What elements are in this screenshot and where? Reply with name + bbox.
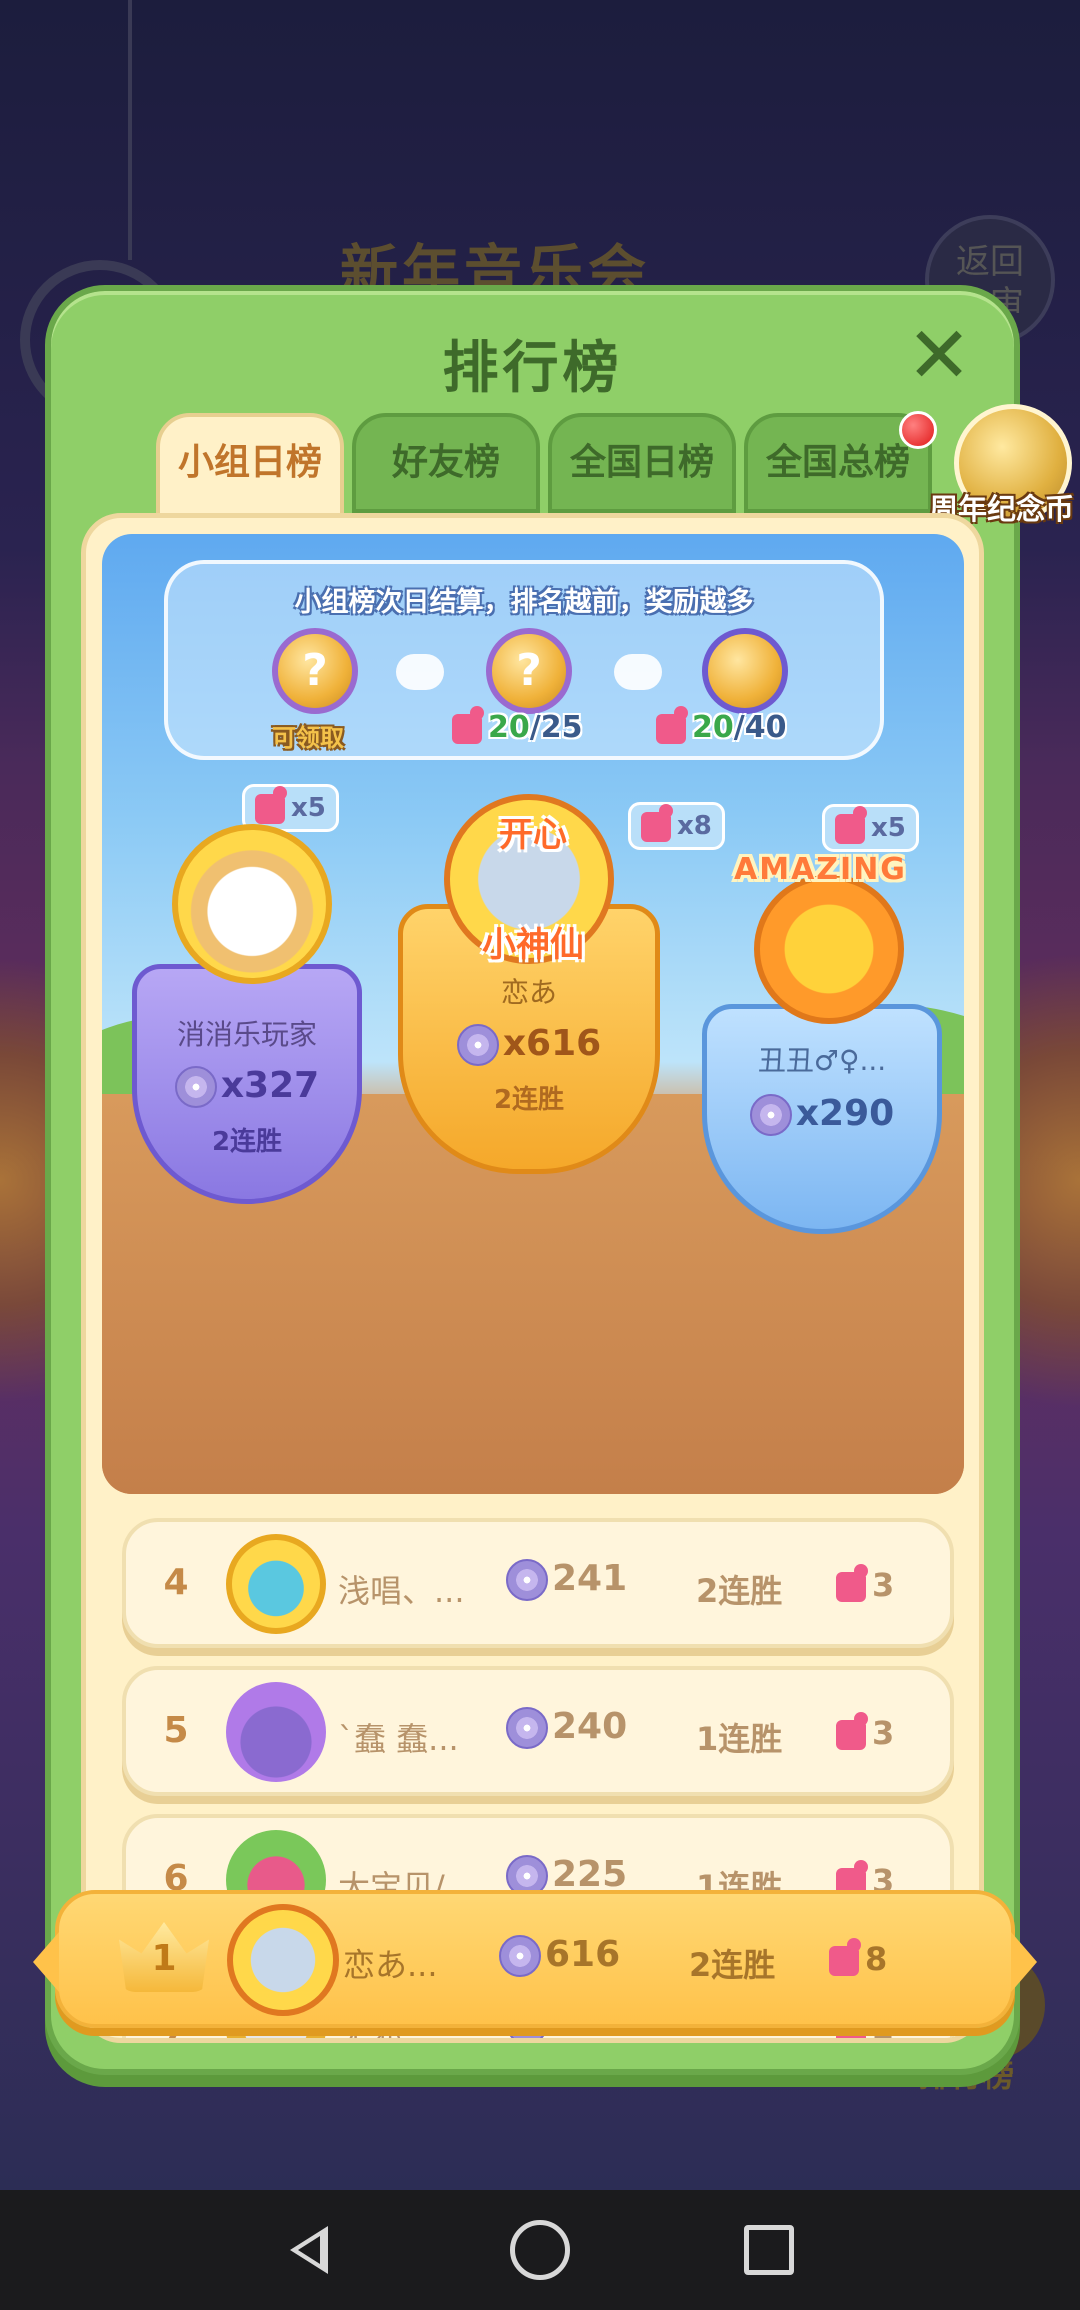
puzzle-icon [836, 1564, 868, 1602]
second-place-shield[interactable]: 消消乐玩家 x327 2连胜 [132, 964, 362, 1204]
reward-claimable-label: 可领取 [272, 724, 344, 752]
ranking-row[interactable]: 5 ˋ蠢 蠢... 240 1连胜 3 [122, 1666, 954, 1796]
system-nav-bar [0, 2190, 1080, 2310]
progress-current: 20 [692, 710, 734, 745]
second-place-name: 消消乐玩家 [176, 1018, 317, 1051]
puzzle-icon [836, 1712, 868, 1750]
cd-icon [456, 1024, 499, 1066]
reward-disc-icon[interactable]: ? [272, 628, 358, 714]
podium-scene: 小组榜次日结算，排名越前，奖励越多 ? ? 可领取 20/25 20/40 x5 [102, 534, 964, 1494]
first-place-score: x616 [403, 1023, 655, 1066]
reward-info-box: 小组榜次日结算，排名越前，奖励越多 ? ? 可领取 20/25 20/40 [164, 560, 884, 760]
puzzle-icon [255, 785, 287, 824]
third-place-shield[interactable]: 丑丑♂♀... x290 [702, 1004, 942, 1234]
puzzle-icon [452, 705, 484, 744]
red-dot-badge [899, 411, 937, 449]
first-place-crest: 开心 小神仙 [482, 815, 584, 965]
my-avatar[interactable] [227, 1904, 339, 2016]
modal-title: 排行榜 [442, 336, 623, 401]
rank-number: 5 [163, 1710, 189, 1751]
score-value: x327 [220, 1065, 320, 1106]
progress-total: /25 [529, 710, 583, 745]
leaderboard-tabs: 小组日榜 好友榜 全国日榜 全国总榜 [156, 413, 932, 517]
recent-apps-icon[interactable] [744, 2225, 794, 2275]
reward-progress-3: 20/40 [656, 705, 787, 745]
player-streak: 2连胜 [696, 1572, 783, 1610]
cd-icon [499, 1935, 541, 1977]
my-name: 恋あ... [343, 1946, 438, 1984]
third-place-avatar[interactable] [754, 874, 904, 1024]
player-pieces: 3 [836, 1712, 895, 1752]
player-avatar[interactable] [226, 1682, 326, 1782]
puzzle-icon [829, 1938, 861, 1976]
score-value: 616 [545, 1934, 621, 1975]
first-place-streak: 2连胜 [493, 1085, 565, 1115]
pieces-value: 3 [872, 1566, 895, 1604]
arrow-right-icon [614, 654, 662, 690]
player-pieces: 3 [836, 1564, 895, 1604]
third-place-score: x290 [707, 1093, 937, 1136]
bubble-count: x5 [291, 793, 326, 823]
pieces-value: 8 [865, 1940, 888, 1978]
my-pieces: 8 [829, 1938, 888, 1978]
pieces-value: 3 [872, 1714, 895, 1752]
tab-friends[interactable]: 好友榜 [352, 413, 540, 513]
puzzle-icon [835, 805, 867, 844]
ranking-row[interactable]: 4 浅唱、... 241 2连胜 3 [122, 1518, 954, 1648]
second-place-avatar[interactable] [172, 824, 332, 984]
third-place-crest: AMAZING [734, 852, 907, 887]
score-value: 241 [552, 1558, 628, 1599]
third-place-name: 丑丑♂♀... [757, 1044, 887, 1077]
back-icon[interactable] [282, 2220, 342, 2280]
home-icon[interactable] [510, 2220, 570, 2280]
score-value: x616 [502, 1023, 602, 1064]
close-icon[interactable]: ✕ [904, 317, 974, 395]
player-score: 240 [506, 1706, 627, 1749]
second-place-score: x327 [137, 1065, 357, 1108]
player-name: 浅唱、... [338, 1572, 465, 1610]
bubble-count: x8 [677, 811, 712, 841]
my-ranking-row[interactable]: 1 恋あ... 616 2连胜 8 [33, 1890, 1037, 2028]
cd-icon [174, 1066, 217, 1108]
first-place-pieces-bubble: x8 [628, 802, 725, 850]
my-streak: 2连胜 [689, 1946, 776, 1984]
score-value: 240 [552, 1706, 628, 1747]
leaderboard-panel: 小组榜次日结算，排名越前，奖励越多 ? ? 可领取 20/25 20/40 x5 [81, 513, 984, 2043]
cd-icon [506, 1707, 548, 1749]
second-place-streak: 2连胜 [211, 1127, 283, 1157]
progress-total: /40 [733, 710, 787, 745]
puzzle-icon [641, 803, 673, 842]
leaderboard-modal: 排行榜 ✕ 小组日榜 好友榜 全国日榜 全国总榜 周年纪念币 小组榜次日结算，排… [45, 285, 1074, 2075]
player-avatar[interactable] [226, 1534, 326, 1634]
puzzle-icon [656, 705, 688, 744]
reward-notice: 小组榜次日结算，排名越前，奖励越多 [294, 587, 754, 618]
score-value: 225 [552, 1854, 628, 1895]
bubble-count: x5 [871, 813, 906, 843]
cd-icon [749, 1094, 792, 1136]
tab-group-daily[interactable]: 小组日榜 [156, 413, 344, 517]
player-streak: 1连胜 [696, 1720, 783, 1758]
progress-current: 20 [488, 710, 530, 745]
score-value: x290 [795, 1093, 895, 1134]
player-score: 241 [506, 1558, 627, 1601]
reward-progress-2: 20/25 [452, 705, 583, 745]
tab-national-daily[interactable]: 全国日榜 [548, 413, 736, 513]
rank-number: 4 [163, 1562, 189, 1603]
my-score: 616 [499, 1934, 620, 1977]
my-rank-number: 1 [151, 1938, 177, 1979]
arrow-right-icon [396, 654, 444, 690]
player-name: ˋ蠢 蠢... [338, 1720, 459, 1758]
third-place-pieces-bubble: x5 [822, 804, 919, 852]
cd-icon [506, 1559, 548, 1601]
reward-disc-icon[interactable]: ? [486, 628, 572, 714]
lamp-cord [128, 0, 132, 260]
reward-disc-icon[interactable] [702, 628, 788, 714]
